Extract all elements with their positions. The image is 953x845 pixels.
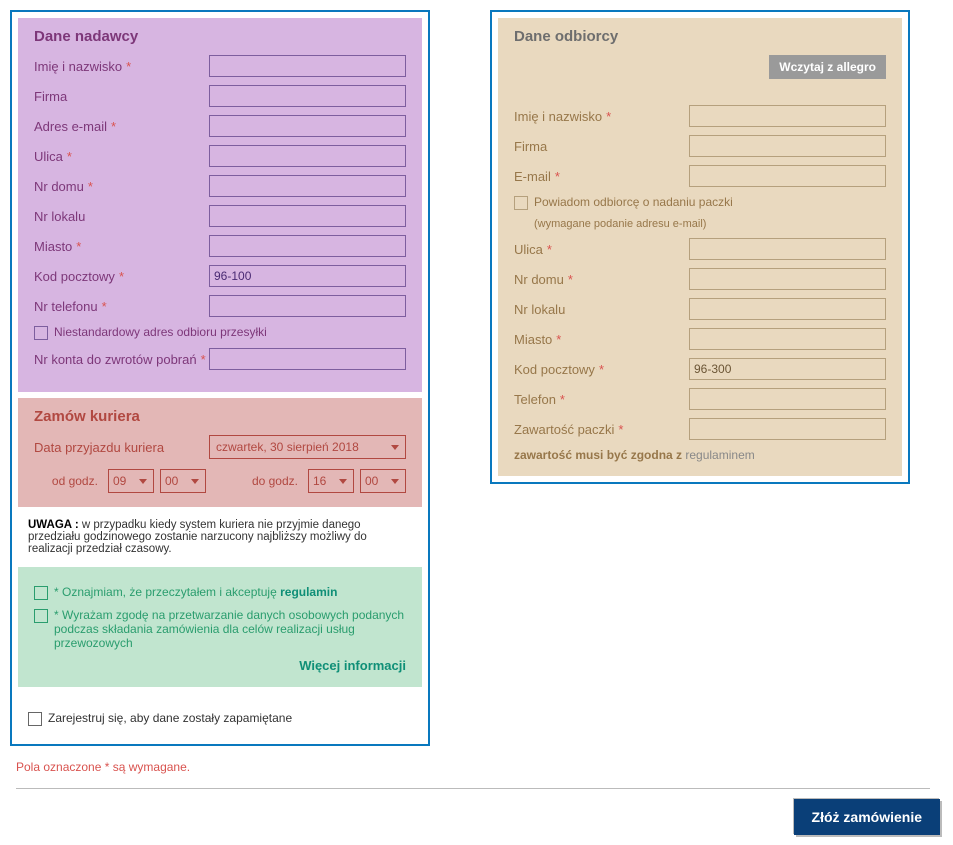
refund-acct-input[interactable]	[209, 348, 406, 370]
contents-warning: zawartość musi być zgodna z regulaminem	[514, 448, 886, 462]
register-label: Zarejestruj się, aby dane zostały zapami…	[48, 711, 292, 725]
from-hour-label: od godz.	[52, 474, 98, 488]
sender-postal-input[interactable]	[209, 265, 406, 287]
recipient-email-label: E-mail	[514, 169, 551, 184]
sender-postal-label: Kod pocztowy	[34, 269, 115, 284]
recipient-street-input[interactable]	[689, 238, 886, 260]
from-hour-select[interactable]: 09	[108, 469, 154, 493]
terms-section: * Oznajmiam, że przeczytałem i akceptuję…	[18, 567, 422, 687]
sender-name-label: Imię i nazwisko	[34, 59, 122, 74]
sender-phone-label: Nr telefonu	[34, 299, 98, 314]
sender-apt-input[interactable]	[209, 205, 406, 227]
recipient-panel: Dane odbiorcy Wczytaj z allegro Imię i n…	[490, 10, 910, 484]
register-section: Zarejestruj się, aby dane zostały zapami…	[12, 693, 428, 744]
recipient-phone-input[interactable]	[689, 388, 886, 410]
sender-email-label: Adres e-mail	[34, 119, 107, 134]
submit-order-button[interactable]: Złóż zamówienie	[794, 799, 940, 835]
from-min-select[interactable]: 00	[160, 469, 206, 493]
nonstandard-checkbox[interactable]	[34, 326, 48, 340]
accept-terms-checkbox[interactable]	[34, 586, 48, 600]
recipient-apt-label: Nr lokalu	[514, 302, 565, 317]
recipient-section: Dane odbiorcy Wczytaj z allegro Imię i n…	[498, 18, 902, 476]
sender-phone-input[interactable]	[209, 295, 406, 317]
notify-label: Powiadom odbiorcę o nadaniu paczki	[534, 195, 733, 209]
recipient-apt-input[interactable]	[689, 298, 886, 320]
recipient-contents-label: Zawartość paczki	[514, 422, 614, 437]
recipient-house-input[interactable]	[689, 268, 886, 290]
divider	[16, 788, 930, 789]
regulamin-link[interactable]: regulamin	[280, 585, 337, 599]
more-info-link[interactable]: Więcej informacji	[34, 658, 406, 673]
courier-warning: UWAGA : w przypadku kiedy system kuriera…	[12, 513, 428, 561]
recipient-regulamin-link[interactable]: regulaminem	[685, 448, 754, 462]
recipient-contents-input[interactable]	[689, 418, 886, 440]
sender-section: Dane nadawcy Imię i nazwisko* Firma Adre…	[18, 18, 422, 392]
sender-city-input[interactable]	[209, 235, 406, 257]
consent-checkbox[interactable]	[34, 609, 48, 623]
recipient-postal-input[interactable]	[689, 358, 886, 380]
recipient-heading: Dane odbiorcy	[514, 28, 886, 45]
allegro-import-button[interactable]: Wczytaj z allegro	[769, 55, 886, 79]
accept-terms-label: * Oznajmiam, że przeczytałem i akceptuję…	[54, 585, 337, 599]
refund-acct-label: Nr konta do zwrotów pobrań	[34, 352, 197, 367]
courier-date-label: Data przyjazdu kuriera	[34, 440, 209, 455]
sender-house-label: Nr domu	[34, 179, 84, 194]
recipient-city-input[interactable]	[689, 328, 886, 350]
courier-date-select[interactable]: czwartek, 30 sierpień 2018	[209, 435, 406, 459]
sender-panel: Dane nadawcy Imię i nazwisko* Firma Adre…	[10, 10, 430, 746]
recipient-company-input[interactable]	[689, 135, 886, 157]
sender-apt-label: Nr lokalu	[34, 209, 85, 224]
sender-name-input[interactable]	[209, 55, 406, 77]
recipient-email-input[interactable]	[689, 165, 886, 187]
recipient-postal-label: Kod pocztowy	[514, 362, 595, 377]
sender-company-label: Firma	[34, 89, 67, 104]
courier-section: Zamów kuriera Data przyjazdu kuriera czw…	[18, 398, 422, 507]
to-hour-label: do godz.	[252, 474, 298, 488]
to-min-select[interactable]: 00	[360, 469, 406, 493]
notify-checkbox[interactable]	[514, 196, 528, 210]
sender-street-input[interactable]	[209, 145, 406, 167]
register-checkbox[interactable]	[28, 712, 42, 726]
recipient-company-label: Firma	[514, 139, 547, 154]
sender-city-label: Miasto	[34, 239, 72, 254]
recipient-street-label: Ulica	[514, 242, 543, 257]
recipient-city-label: Miasto	[514, 332, 552, 347]
recipient-name-input[interactable]	[689, 105, 886, 127]
courier-heading: Zamów kuriera	[34, 408, 406, 425]
sender-heading: Dane nadawcy	[34, 28, 406, 45]
sender-company-input[interactable]	[209, 85, 406, 107]
recipient-house-label: Nr domu	[514, 272, 564, 287]
notify-note: (wymagane podanie adresu e-mail)	[514, 218, 886, 230]
required-fields-note: Pola oznaczone * są wymagane.	[16, 760, 937, 774]
sender-house-input[interactable]	[209, 175, 406, 197]
recipient-phone-label: Telefon	[514, 392, 556, 407]
recipient-name-label: Imię i nazwisko	[514, 109, 602, 124]
to-hour-select[interactable]: 16	[308, 469, 354, 493]
consent-label: * Wyrażam zgodę na przetwarzanie danych …	[54, 608, 406, 650]
nonstandard-label: Niestandardowy adres odbioru przesyłki	[54, 325, 267, 339]
sender-email-input[interactable]	[209, 115, 406, 137]
sender-street-label: Ulica	[34, 149, 63, 164]
